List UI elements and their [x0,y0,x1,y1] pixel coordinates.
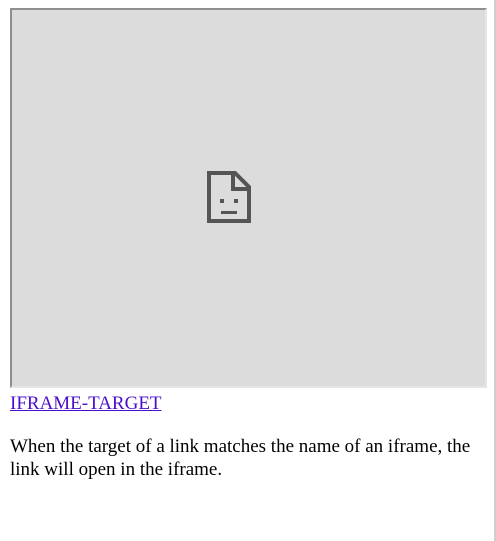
description-text: When the target of a link matches the na… [10,436,471,480]
iframe-target-link[interactable]: IFRAME-TARGET [10,392,162,416]
sad-page-icon [207,171,251,223]
iframe-frame[interactable] [10,8,487,388]
